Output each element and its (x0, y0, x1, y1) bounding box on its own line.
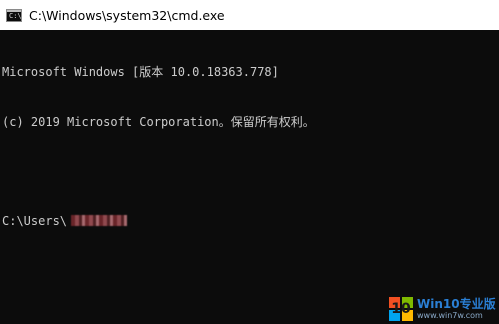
windows-logo-icon: 10 (389, 297, 413, 321)
console-icon-prompt: C:\ (9, 11, 22, 20)
watermark-title: Win10专业版 (417, 297, 496, 311)
console-line-version: Microsoft Windows [版本 10.0.18363.778] (2, 65, 279, 79)
command-prompt-line[interactable]: C:\Users\ (2, 213, 499, 230)
prompt-path: C:\Users\ (2, 213, 68, 228)
console-line-blank (2, 163, 499, 180)
watermark-url: www.win7w.com (417, 311, 483, 320)
watermark: 10 Win10专业版 www.win7w.com (389, 296, 497, 322)
watermark-logo-number: 10 (391, 301, 411, 317)
console-icon[interactable]: C:\ (6, 8, 22, 22)
title-bar[interactable]: C:\ C:\Windows\system32\cmd.exe (0, 0, 499, 30)
cmd-window: C:\ C:\Windows\system32\cmd.exe Microsof… (0, 0, 499, 324)
console-output[interactable]: Microsoft Windows [版本 10.0.18363.778] (c… (0, 30, 499, 324)
window-title: C:\Windows\system32\cmd.exe (29, 7, 225, 23)
console-line-copyright: (c) 2019 Microsoft Corporation。保留所有权利。 (2, 114, 315, 129)
redacted-username (71, 215, 128, 227)
